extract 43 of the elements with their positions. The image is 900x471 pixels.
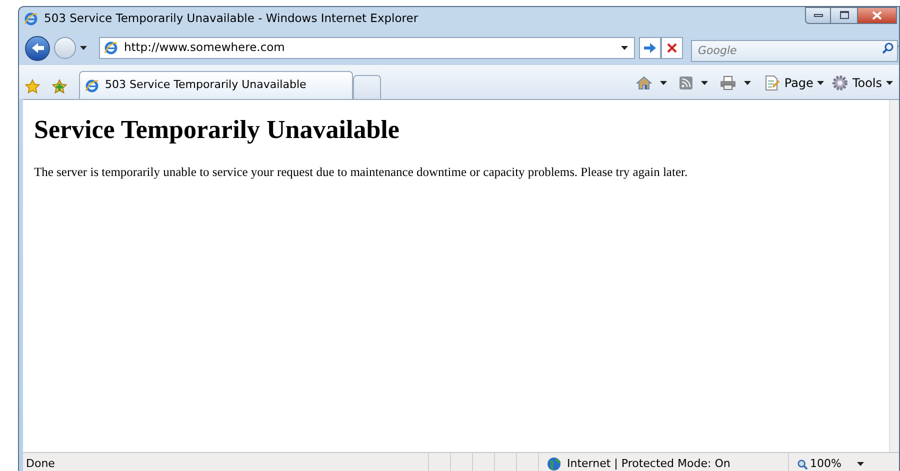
page-menu-button[interactable]: Page <box>763 74 826 92</box>
gear-icon <box>832 75 848 91</box>
dropdown-arrow-icon[interactable] <box>701 81 708 85</box>
globe-icon <box>547 457 561 471</box>
tools-menu-button[interactable]: Tools <box>830 74 895 92</box>
close-icon <box>872 10 882 20</box>
zoom-dropdown-icon[interactable] <box>857 462 864 466</box>
search-field[interactable]: Google <box>691 40 898 62</box>
browser-tab[interactable]: 503 Service Temporarily Unavailable <box>79 71 353 99</box>
history-dropdown-icon[interactable] <box>80 46 87 50</box>
maximize-button[interactable] <box>831 6 857 24</box>
ie-logo-icon <box>85 78 99 92</box>
page-heading: Service Temporarily Unavailable <box>34 114 400 146</box>
window-title: 503 Service Temporarily Unavailable - Windows Internet Explorer <box>44 10 418 28</box>
favorites-star-icon[interactable] <box>25 78 40 94</box>
back-button[interactable] <box>25 36 50 60</box>
magnifier-icon <box>797 458 808 470</box>
ie-logo-icon <box>104 41 118 55</box>
caret-icon[interactable] <box>886 81 893 85</box>
back-arrow-icon <box>30 42 44 54</box>
error-message: The server is temporarily unable to service your request due to maintenance downtime or capacity problems. Please try again later. <box>34 164 689 181</box>
feed-icon[interactable] <box>679 76 694 90</box>
stop-icon <box>667 43 677 53</box>
add-favorite-icon[interactable] <box>52 78 67 94</box>
home-icon[interactable] <box>636 75 652 91</box>
close-button[interactable] <box>857 6 897 24</box>
right-arrow-icon <box>644 43 656 53</box>
caret-icon[interactable] <box>817 81 824 85</box>
search-icon[interactable] <box>882 42 894 54</box>
security-zone: Internet | Protected Mode: On <box>567 456 730 471</box>
dropdown-arrow-icon[interactable] <box>621 46 628 50</box>
scrollbar[interactable] <box>889 100 899 452</box>
printer-icon[interactable] <box>720 76 736 90</box>
page-icon <box>765 75 780 91</box>
dropdown-arrow-icon[interactable] <box>744 81 752 85</box>
address-field[interactable]: http://www.somewhere.com <box>99 37 635 59</box>
ie-logo-icon <box>24 12 38 26</box>
stop-button[interactable] <box>661 37 683 59</box>
zoom-button[interactable]: 100% <box>788 453 842 471</box>
status-text: Done <box>25 456 56 471</box>
go-button[interactable] <box>639 37 661 59</box>
dropdown-arrow-icon[interactable] <box>660 81 668 85</box>
minimize-button[interactable] <box>805 6 831 24</box>
